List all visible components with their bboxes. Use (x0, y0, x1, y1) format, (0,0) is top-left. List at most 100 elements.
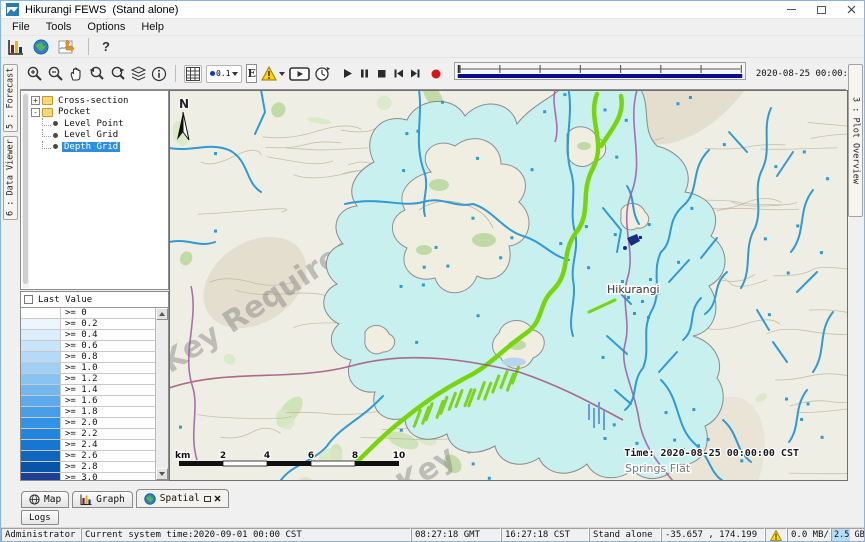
legend-swatch (21, 352, 61, 362)
spatial-display-button[interactable] (58, 39, 75, 55)
tab-data-viewer[interactable]: 6 : Data Viewer (3, 136, 18, 220)
close-button[interactable] (836, 1, 865, 18)
tree-item-depth-grid[interactable]: Depth Grid (31, 141, 166, 153)
tree-scrollbar[interactable] (22, 92, 29, 288)
scale-unit-label: km (175, 451, 190, 461)
threshold-dropdown[interactable]: 0.1 (206, 65, 242, 83)
legend-value: >= 2.2 (61, 429, 98, 439)
first-timestep-button[interactable] (392, 67, 405, 80)
menu-item[interactable]: Options (79, 20, 133, 34)
map-time-label: Time: 2020-08-25 00:00:00 CST (624, 447, 799, 459)
grid-display-button[interactable] (184, 65, 202, 83)
legend-row[interactable]: >= 0.4 (21, 330, 155, 341)
maximize-button[interactable] (806, 1, 836, 18)
tree-item-pocket[interactable]: - Pocket (31, 107, 166, 119)
warning-dropdown[interactable] (261, 66, 285, 81)
tab-close-icon[interactable] (214, 495, 221, 502)
zoom-in-button[interactable] (26, 65, 43, 82)
triangle-up-icon (159, 312, 165, 316)
svg-text:2: 2 (220, 451, 226, 461)
legend-row[interactable]: >= 3.0 (21, 473, 155, 480)
last-value-checkbox[interactable] (24, 295, 33, 304)
map-canvas[interactable]: API Key Required API Key Required (169, 90, 848, 481)
legend-value: >= 2.4 (61, 440, 98, 450)
legend-scrollbar[interactable] (155, 308, 168, 480)
legend-row[interactable]: >= 2.6 (21, 451, 155, 462)
legend-row[interactable]: >= 2.4 (21, 440, 155, 451)
tree-item-label: Cross-section (56, 96, 130, 106)
layers-icon (130, 66, 147, 82)
label-layer-button[interactable]: E (246, 64, 256, 83)
expander-icon[interactable]: + (31, 96, 40, 105)
legend-row[interactable]: >= 0.2 (21, 319, 155, 330)
legend-row[interactable]: >= 1.0 (21, 363, 155, 374)
legend-row[interactable]: >= 0.8 (21, 352, 155, 363)
pan-button[interactable] (68, 65, 84, 82)
menu-item[interactable]: Help (133, 20, 172, 34)
zoom-previous-button[interactable] (88, 65, 105, 82)
bottom-tab-bar: Map Graph Spatial (21, 488, 229, 508)
info-button[interactable] (151, 66, 167, 82)
database-display-button[interactable] (7, 39, 24, 55)
tab-spatial[interactable]: Spatial (136, 489, 229, 508)
stop-button[interactable] (375, 67, 388, 80)
folder-icon (42, 108, 53, 117)
legend-row[interactable]: >= 2.2 (21, 429, 155, 440)
tab-graph[interactable]: Graph (72, 491, 133, 508)
tab-map[interactable]: Map (21, 491, 69, 508)
scroll-up-button[interactable] (156, 308, 168, 320)
tree-item-level-point[interactable]: Level Point (31, 118, 166, 130)
play-button[interactable] (341, 67, 354, 80)
status-warning[interactable] (765, 528, 787, 542)
threshold-dot-icon (210, 71, 215, 76)
tab-plot-overview[interactable]: 3 : Plot Overview (848, 64, 863, 217)
toolbar-separator (175, 65, 176, 82)
tab-maximize-icon[interactable] (204, 496, 211, 502)
layers-button[interactable] (130, 66, 147, 82)
minimize-button[interactable] (776, 1, 806, 18)
scroll-down-button[interactable] (156, 468, 168, 480)
legend-row[interactable]: >= 2.8 (21, 462, 155, 473)
animation-window-button[interactable] (289, 66, 310, 82)
legend-row[interactable]: >= 1.2 (21, 374, 155, 385)
left-tab-strip: 5 : Forecast 6 : Data Viewer (1, 58, 20, 488)
logs-button[interactable]: Logs (21, 510, 59, 525)
warning-icon (770, 530, 782, 541)
status-user: Administrator (1, 528, 81, 542)
legend-row[interactable]: >= 1.6 (21, 396, 155, 407)
legend-value: >= 1.4 (61, 385, 98, 395)
tree-item-cross-section[interactable]: + Cross-section (31, 95, 166, 107)
timeline-track (454, 62, 746, 80)
expander-icon[interactable]: - (31, 108, 40, 117)
play-icon (341, 67, 354, 80)
pause-button[interactable] (358, 67, 371, 80)
last-timestep-button[interactable] (409, 67, 422, 80)
scrollbar-thumb[interactable] (23, 94, 28, 284)
status-memory: 2.5 GB (831, 528, 865, 542)
legend-row[interactable]: >= 0.6 (21, 341, 155, 352)
bullet-icon (53, 144, 58, 149)
zoom-next-button[interactable] (109, 65, 126, 82)
help-button[interactable]: ? (102, 39, 110, 54)
tab-forecast[interactable]: 5 : Forecast (3, 64, 18, 132)
tab-graph-label: Graph (96, 494, 125, 505)
record-button[interactable] (430, 68, 442, 80)
time-step-button[interactable] (314, 65, 331, 82)
skip-end-icon (409, 67, 422, 80)
timer-icon (314, 65, 331, 82)
timeline-slider[interactable] (454, 62, 746, 85)
map-display-button[interactable] (33, 39, 49, 55)
legend-row[interactable]: >= 2.0 (21, 418, 155, 429)
legend-row[interactable]: >= 1.4 (21, 385, 155, 396)
menu-item[interactable]: Tools (38, 20, 80, 34)
legend-row[interactable]: >= 1.8 (21, 407, 155, 418)
zoom-out-button[interactable] (47, 65, 64, 82)
legend-panel: Last Value >= 0 >= 0.2 >= 0.4 (20, 291, 169, 481)
tree-item-level-grid[interactable]: Level Grid (31, 130, 166, 142)
status-mode: Stand alone (589, 528, 661, 542)
legend-row[interactable]: >= 0 (21, 308, 155, 319)
scale-bar (179, 461, 399, 466)
chevron-down-icon (279, 72, 285, 76)
right-tab-strip: 3 : Plot Overview (846, 58, 864, 488)
menu-item[interactable]: File (4, 20, 38, 34)
